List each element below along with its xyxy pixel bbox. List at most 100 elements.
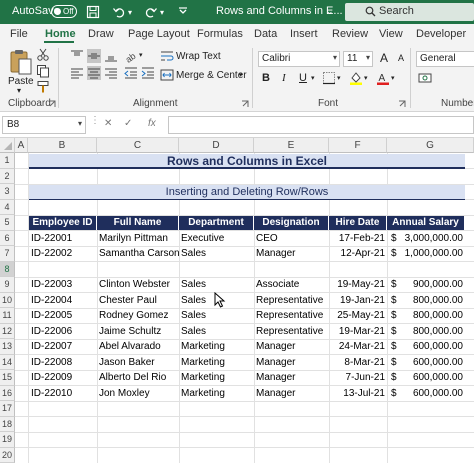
fill-color-icon[interactable] (349, 71, 363, 85)
cell-department[interactable]: Executive (181, 233, 254, 245)
cell-designation[interactable]: Representative (256, 295, 329, 307)
cell-employee-id[interactable]: ID-22008 (31, 357, 97, 369)
row-header[interactable]: 16 (0, 385, 15, 401)
tab-data[interactable]: Data (254, 28, 277, 40)
cell-employee-id[interactable]: ID-22010 (31, 388, 97, 400)
tab-file[interactable]: File (10, 28, 28, 40)
borders-icon[interactable] (322, 71, 336, 85)
cell-hire-date[interactable]: 19-Mar-21 (329, 326, 385, 338)
cell-annual-salary[interactable]: 800,000.00 (400, 310, 463, 322)
tab-insert[interactable]: Insert (290, 28, 318, 40)
align-middle-icon[interactable] (87, 49, 101, 63)
sheet-subtitle[interactable]: Inserting and Deleting Row/Rows (29, 186, 465, 199)
search-box[interactable]: Search (345, 3, 474, 21)
cell-hire-date[interactable]: 17-Feb-21 (329, 233, 385, 245)
redo-icon[interactable] (144, 5, 158, 19)
redo-dropdown-icon[interactable]: ▾ (160, 8, 164, 17)
tab-view[interactable]: View (379, 28, 403, 40)
merge-center-label[interactable]: Merge & Center (176, 70, 247, 81)
font-launcher-icon[interactable] (398, 100, 406, 108)
align-left-icon[interactable] (70, 66, 84, 80)
tab-home[interactable]: Home (45, 28, 76, 40)
row-header[interactable]: 10 (0, 292, 15, 308)
row-header[interactable]: 9 (0, 277, 15, 293)
cell-designation[interactable]: Manager (256, 357, 329, 369)
row-header[interactable]: 11 (0, 308, 15, 324)
clipboard-launcher-icon[interactable] (48, 100, 56, 108)
italic-button[interactable]: I (282, 72, 286, 84)
merge-center-icon[interactable] (160, 68, 174, 82)
decrease-indent-icon[interactable] (124, 66, 138, 80)
font-size-combo[interactable]: 11 ▾ (343, 51, 373, 67)
copy-icon[interactable] (36, 64, 50, 78)
wrap-text-icon[interactable] (160, 49, 174, 63)
cell-annual-salary[interactable]: 600,000.00 (400, 341, 463, 353)
cancel-icon[interactable]: ✕ (104, 118, 112, 129)
underline-dropdown-icon[interactable]: ▾ (311, 74, 315, 82)
confirm-icon[interactable]: ✓ (124, 118, 132, 129)
row-header[interactable]: 13 (0, 339, 15, 355)
undo-dropdown-icon[interactable]: ▾ (128, 8, 132, 17)
cell-designation[interactable]: Associate (256, 279, 329, 291)
column-header-d[interactable]: D (179, 138, 254, 153)
increase-font-size-button[interactable]: A (380, 51, 388, 65)
cell-annual-salary[interactable]: 900,000.00 (400, 279, 463, 291)
cell-employee-id[interactable]: ID-22004 (31, 295, 97, 307)
header-cell-department[interactable]: Department (179, 215, 254, 230)
cell-full-name[interactable]: Jon Moxley (99, 388, 179, 400)
cell-full-name[interactable]: Abel Alvarado (99, 341, 179, 353)
cell-designation[interactable]: Manager (256, 388, 329, 400)
tab-draw[interactable]: Draw (88, 28, 114, 40)
row-header[interactable]: 3 (0, 184, 15, 200)
cell-designation[interactable]: Representative (256, 310, 329, 322)
cell-designation[interactable]: Representative (256, 326, 329, 338)
cell-employee-id[interactable]: ID-22007 (31, 341, 97, 353)
cell-department[interactable]: Sales (181, 279, 254, 291)
cell-full-name[interactable]: Chester Paul (99, 295, 179, 307)
cell-hire-date[interactable]: 12-Apr-21 (329, 248, 385, 260)
row-header[interactable]: 7 (0, 246, 15, 262)
cell-employee-id[interactable]: ID-22001 (31, 233, 97, 245)
row-header[interactable]: 14 (0, 354, 15, 370)
cell-department[interactable]: Sales (181, 326, 254, 338)
accounting-format-icon[interactable] (418, 71, 432, 85)
row-header[interactable]: 12 (0, 323, 15, 339)
cell-department[interactable]: Marketing (181, 357, 254, 369)
cell-full-name[interactable]: Jason Baker (99, 357, 179, 369)
tab-developer[interactable]: Developer (416, 28, 466, 40)
header-cell-annual-salary[interactable]: Annual Salary (387, 215, 465, 230)
cell-hire-date[interactable]: 25-May-21 (329, 310, 385, 322)
tab-page-layout[interactable]: Page Layout (128, 28, 190, 40)
cell-annual-salary[interactable]: 600,000.00 (400, 372, 463, 384)
name-box[interactable]: B8 ▾ (2, 116, 86, 134)
header-cell-hire-date[interactable]: Hire Date (329, 215, 387, 230)
cell-employee-id[interactable]: ID-22005 (31, 310, 97, 322)
cell-employee-id[interactable]: ID-22003 (31, 279, 97, 291)
column-header-e[interactable]: E (254, 138, 329, 153)
row-header-selected[interactable]: 8 (0, 261, 15, 277)
select-all-corner[interactable] (0, 138, 15, 153)
column-header-f[interactable]: F (329, 138, 387, 153)
font-color-dropdown-icon[interactable]: ▾ (391, 74, 395, 82)
bold-button[interactable]: B (262, 72, 270, 84)
cell-hire-date[interactable]: 7-Jun-21 (329, 372, 385, 384)
align-bottom-icon[interactable] (104, 49, 118, 63)
cell-annual-salary[interactable]: 1,000,000.00 (400, 248, 463, 260)
cell-full-name[interactable]: Alberto Del Rio (99, 372, 179, 384)
column-header-c[interactable]: C (97, 138, 179, 153)
row-header[interactable]: 4 (0, 199, 15, 215)
fill-color-dropdown-icon[interactable]: ▾ (364, 74, 368, 82)
drag-handle-icon[interactable]: ⋮ (90, 115, 100, 126)
header-cell-employee-id[interactable]: Employee ID (29, 215, 97, 230)
number-format-combo[interactable]: General (416, 51, 474, 67)
increase-indent-icon[interactable] (141, 66, 155, 80)
cell-department[interactable]: Marketing (181, 341, 254, 353)
cell-annual-salary[interactable]: 800,000.00 (400, 295, 463, 307)
tab-review[interactable]: Review (332, 28, 368, 40)
cell-department[interactable]: Sales (181, 248, 254, 260)
customize-toolbar-icon[interactable] (176, 5, 190, 19)
cell-designation[interactable]: CEO (256, 233, 329, 245)
document-title[interactable]: Rows and Columns in E... (216, 5, 343, 17)
cell-hire-date[interactable]: 19-May-21 (329, 279, 385, 291)
column-header-b[interactable]: B (28, 138, 97, 153)
